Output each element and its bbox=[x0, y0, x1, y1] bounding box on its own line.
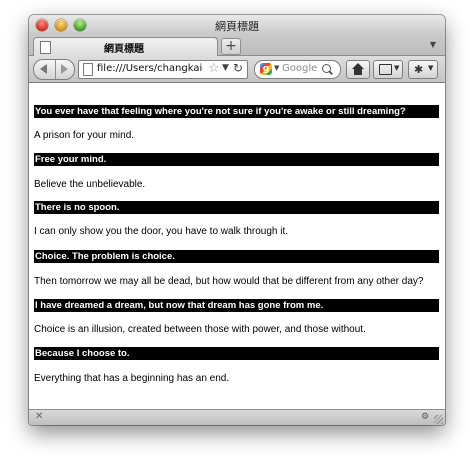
question-heading: Choice. The problem is choice. bbox=[34, 250, 439, 263]
chevron-down-icon: ▼ bbox=[394, 64, 400, 72]
gear-icon: ✱ bbox=[414, 63, 424, 76]
answer-text: I can only show you the door, you have t… bbox=[34, 226, 289, 237]
answer-text: Believe the unbelievable. bbox=[34, 179, 146, 190]
browser-window: 網頁標題 網頁標題 + ▼ file:///Users/changkaic ☆ … bbox=[29, 15, 445, 425]
answer-text: Then tomorrow we may all be dead, but ho… bbox=[34, 276, 424, 287]
tab-active[interactable]: 網頁標題 bbox=[33, 37, 218, 57]
addon-icon[interactable]: ⚙ bbox=[421, 412, 429, 422]
answer-text: Choice is an illusion, created between t… bbox=[34, 324, 366, 335]
bookmarks-button[interactable]: ▼ bbox=[373, 60, 403, 79]
answer-text: A prison for your mind. bbox=[34, 130, 135, 141]
page-document-icon bbox=[83, 63, 93, 76]
forward-arrow-icon[interactable] bbox=[56, 60, 74, 79]
search-bar[interactable]: g ▼ Google bbox=[254, 60, 341, 79]
back-arrow-icon[interactable] bbox=[34, 60, 56, 79]
title-bar[interactable]: 網頁標題 bbox=[29, 15, 445, 35]
url-text[interactable]: file:///Users/changkaic bbox=[97, 63, 203, 74]
question-heading: Because I choose to. bbox=[34, 347, 439, 360]
question-heading: Free your mind. bbox=[34, 153, 439, 166]
back-forward-group bbox=[33, 59, 75, 80]
address-bar[interactable]: file:///Users/changkaic ☆ ▼ ↻ bbox=[78, 60, 248, 79]
tab-bar: 網頁標題 + ▼ bbox=[29, 35, 445, 57]
window-title: 網頁標題 bbox=[215, 20, 259, 33]
question-heading: You ever have that feeling where you're … bbox=[34, 105, 439, 118]
tools-button[interactable]: ✱ ▼ bbox=[408, 60, 438, 79]
chevron-down-icon: ▼ bbox=[428, 64, 434, 72]
bookmarks-icon bbox=[379, 64, 392, 75]
history-dropdown-icon[interactable]: ▼ bbox=[222, 63, 229, 73]
new-tab-button[interactable]: + bbox=[221, 38, 241, 55]
search-engine-icon[interactable]: g bbox=[260, 63, 272, 75]
tab-title: 網頁標題 bbox=[104, 44, 144, 55]
close-icon[interactable]: ✕ bbox=[35, 411, 43, 422]
page-content: You ever have that feeling where you're … bbox=[29, 83, 445, 409]
home-button[interactable] bbox=[346, 60, 370, 79]
resize-grip-icon[interactable] bbox=[434, 415, 443, 424]
document-icon bbox=[40, 41, 51, 54]
search-icon[interactable] bbox=[322, 64, 331, 73]
navigation-toolbar: file:///Users/changkaic ☆ ▼ ↻ g ▼ Google… bbox=[29, 56, 445, 83]
answer-text: Everything that has a beginning has an e… bbox=[34, 373, 230, 384]
status-bar: ✕ ⚙ bbox=[29, 409, 445, 425]
question-heading: There is no spoon. bbox=[34, 201, 439, 214]
search-placeholder[interactable]: Google bbox=[282, 63, 317, 74]
question-heading: I have dreamed a dream, but now that dre… bbox=[34, 299, 439, 312]
reload-icon[interactable]: ↻ bbox=[233, 61, 243, 75]
tab-list-chevron-icon[interactable]: ▼ bbox=[430, 40, 436, 49]
search-engine-chevron-icon[interactable]: ▼ bbox=[274, 64, 279, 72]
star-icon[interactable]: ☆ bbox=[208, 61, 220, 76]
